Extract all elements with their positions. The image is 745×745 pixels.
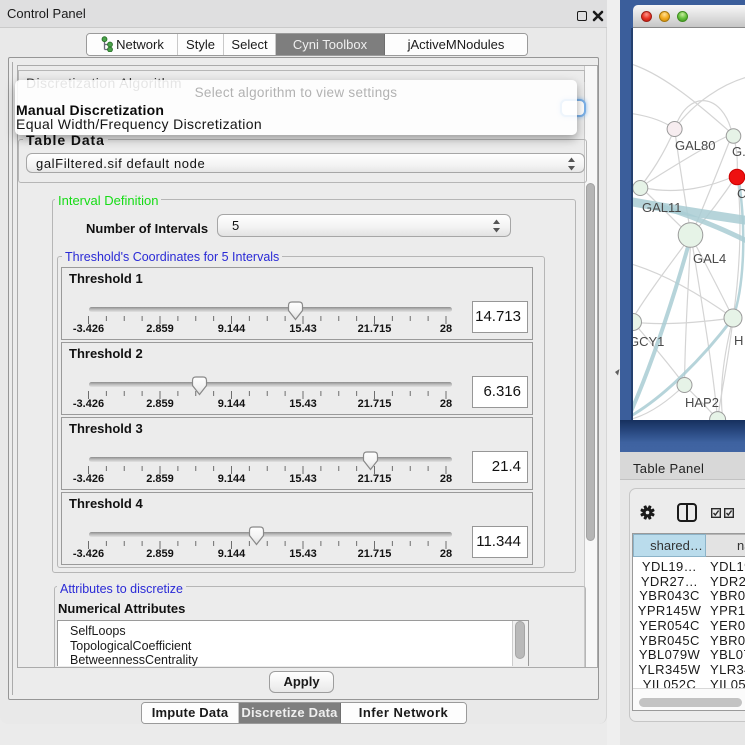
svg-text:GAL80: GAL80: [675, 138, 715, 153]
svg-text:HAP2: HAP2: [685, 395, 719, 410]
svg-text:GAL11: GAL11: [642, 200, 682, 215]
svg-text:GAL4: GAL4: [693, 251, 726, 266]
svg-text:GCY1: GCY1: [633, 334, 664, 349]
svg-text:H: H: [734, 333, 743, 348]
svg-text:C: C: [737, 186, 745, 201]
svg-text:G.: G.: [732, 144, 745, 159]
